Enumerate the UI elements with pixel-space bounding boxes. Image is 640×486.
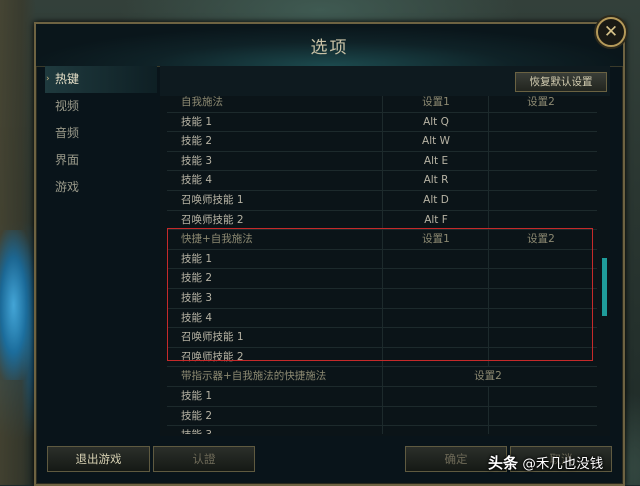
hotkey-slot-1[interactable] (382, 347, 489, 367)
table-row[interactable]: 技能 2 Alt W (167, 132, 597, 152)
table-row[interactable]: 技能 4 Alt R (167, 171, 597, 191)
chevron-right-icon: › (46, 74, 50, 84)
scrollbar-thumb[interactable] (602, 258, 607, 316)
table-row[interactable]: 技能 3 (167, 426, 597, 434)
hotkey-slot-1[interactable]: Alt D (382, 190, 489, 210)
column-header: 设置1 (382, 96, 489, 112)
sidebar: › 热键 视频 音频 界面 游戏 (45, 66, 157, 201)
close-button[interactable]: ✕ (596, 17, 626, 47)
hotkey-slot-2[interactable] (488, 269, 593, 288)
hotkey-slot-2[interactable] (488, 112, 593, 132)
hotkey-slot-2[interactable] (488, 406, 593, 426)
hotkey-slot-1[interactable]: Alt E (382, 151, 489, 171)
table-row[interactable]: 技能 2 (167, 269, 597, 289)
row-label: 召唤师技能 1 (181, 331, 244, 344)
hotkey-slot-2[interactable] (488, 210, 593, 230)
table-section-header: 自我施法 设置1 设置2 (167, 96, 597, 113)
hotkey-slot-2[interactable] (488, 347, 593, 367)
column-header: 设置2 (488, 96, 593, 112)
row-label: 召唤师技能 2 (181, 213, 244, 226)
row-label: 技能 3 (181, 291, 213, 304)
blue-glow (0, 230, 34, 380)
hotkey-slot-1[interactable]: Alt W (382, 132, 489, 151)
hotkey-slot-1[interactable]: Alt Q (382, 112, 489, 132)
row-label: 召唤师技能 1 (181, 193, 244, 206)
row-label: 技能 1 (181, 389, 213, 402)
hotkey-slot-1[interactable] (382, 308, 489, 328)
row-label: 技能 3 (181, 426, 381, 434)
row-label: 技能 4 (181, 174, 213, 187)
table-row[interactable]: 技能 3 (167, 288, 597, 309)
table-row[interactable]: 召唤师技能 2 (167, 347, 597, 368)
hotkey-slot-2[interactable] (488, 249, 593, 269)
certify-button[interactable]: 认證 (153, 446, 255, 472)
hotkey-slot-1[interactable]: Alt R (382, 171, 489, 190)
column-header: 设置1 (382, 230, 489, 249)
hotkey-slot-2[interactable] (488, 171, 593, 190)
row-label: 自我施法 (181, 96, 223, 108)
sidebar-item-video[interactable]: 视频 (45, 93, 157, 120)
hotkey-slot-1[interactable] (382, 406, 489, 426)
hotkey-slot-1[interactable] (382, 386, 489, 406)
sidebar-item-game[interactable]: 游戏 (45, 174, 157, 201)
hotkey-slot-1[interactable] (382, 328, 489, 347)
table-row[interactable]: 技能 1 (167, 386, 597, 407)
table-row[interactable]: 技能 4 (167, 308, 597, 329)
dialog-title: 选项 (310, 38, 349, 58)
row-label: 技能 1 (181, 115, 213, 128)
hotkey-slot-2[interactable] (488, 308, 593, 328)
column-header: 设置2 (382, 367, 593, 386)
row-label: 召唤师技能 2 (181, 350, 244, 363)
sidebar-item-label: 界面 (55, 153, 80, 167)
close-icon: ✕ (603, 22, 619, 42)
table-section-header: 快捷+自我施法 设置1 设置2 (167, 230, 597, 250)
table-section-header: 带指示器+自我施法的快捷施法 设置2 (167, 367, 597, 387)
table-row[interactable]: 召唤师技能 1 (167, 328, 597, 348)
hotkey-slot-1[interactable]: Alt F (382, 210, 489, 230)
hotkey-slot-2[interactable] (488, 288, 593, 308)
table-row[interactable]: 技能 2 (167, 406, 597, 427)
hotkey-slot-1[interactable] (382, 269, 489, 288)
table-row[interactable]: 召唤师技能 2 Alt F (167, 210, 597, 231)
row-label: 技能 3 (181, 154, 213, 167)
row-label: 技能 4 (181, 311, 213, 324)
row-label: 带指示器+自我施法的快捷施法 (181, 370, 327, 383)
watermark-handle: @禾几也没钱 (522, 456, 604, 472)
sidebar-item-label: 音频 (55, 126, 80, 140)
watermark-brand: 头条 (488, 454, 519, 472)
watermark: 头条 @禾几也没钱 (488, 450, 603, 476)
hotkey-slot-2[interactable] (488, 328, 593, 347)
hotkey-slot-1[interactable] (382, 288, 489, 308)
left-scenery (0, 0, 36, 485)
sidebar-item-audio[interactable]: 音频 (45, 120, 157, 147)
sidebar-item-label: 游戏 (55, 180, 80, 194)
row-label: 技能 2 (181, 135, 213, 148)
hotkey-table-body: 自我施法 设置1 设置2 技能 1 Alt Q 技能 2 Alt W 技能 3 Alt E 技能 … (167, 96, 597, 434)
hotkey-slot-2[interactable] (488, 151, 593, 171)
row-label: 技能 2 (181, 409, 213, 422)
title-bar: 选项 (36, 24, 623, 67)
table-row[interactable]: 技能 1 Alt Q (167, 112, 597, 133)
column-header: 设置2 (488, 230, 593, 249)
quit-game-button[interactable]: 退出游戏 (47, 446, 150, 472)
table-row[interactable]: 技能 1 (167, 249, 597, 270)
hotkey-slot-2[interactable] (488, 426, 593, 434)
row-label: 技能 1 (181, 252, 213, 265)
table-row[interactable]: 技能 3 Alt E (167, 151, 597, 172)
hotkey-slot-2[interactable] (488, 190, 593, 210)
restore-defaults-button[interactable]: 恢复默认设置 (515, 72, 607, 92)
hotkey-slot-2[interactable] (488, 132, 593, 151)
sidebar-item-interface[interactable]: 界面 (45, 147, 157, 174)
hotkey-slot-1[interactable] (382, 249, 489, 269)
table-row[interactable]: 召唤师技能 1 Alt D (167, 190, 597, 211)
sidebar-item-label: 视频 (55, 99, 80, 113)
sidebar-item-label: 热键 (55, 72, 80, 86)
hotkey-slot-1[interactable] (382, 426, 489, 434)
row-label: 技能 2 (181, 272, 213, 285)
hotkey-slot-2[interactable] (488, 386, 593, 406)
row-label: 快捷+自我施法 (181, 233, 253, 246)
hotkey-table: 自我施法 设置1 设置2 技能 1 Alt Q 技能 2 Alt W 技能 3 Alt E 技能 … (167, 96, 597, 434)
sidebar-item-hotkeys[interactable]: › 热键 (45, 66, 157, 93)
